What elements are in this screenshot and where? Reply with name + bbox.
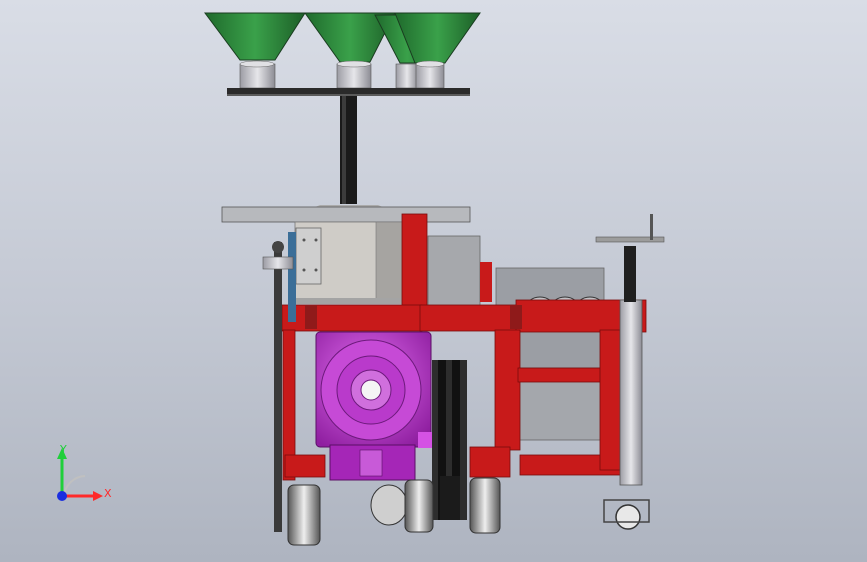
- wheels: [287, 477, 650, 546]
- hopper-neck-2: [336, 63, 372, 89]
- main-platform: [221, 206, 471, 223]
- hopper-neck-4: [415, 63, 445, 89]
- hopper-neck-3: [395, 63, 419, 89]
- coordinate-triad: X Y: [40, 440, 120, 510]
- hopper-neck-1: [239, 63, 276, 89]
- rotary-table[interactable]: [315, 331, 436, 481]
- hopper-plate-edge: [227, 94, 470, 96]
- hopper-group[interactable]: [204, 12, 481, 89]
- y-axis-label: Y: [60, 443, 67, 456]
- hopper-plate: [227, 88, 470, 94]
- robot-assembly-model[interactable]: [0, 0, 867, 562]
- hopper-1: [204, 12, 306, 61]
- side-panel: [295, 227, 322, 285]
- gear-stack: [432, 360, 467, 520]
- z-axis-dot: [57, 491, 67, 501]
- battery-box: [427, 235, 481, 307]
- x-axis-label: X: [104, 487, 112, 500]
- cad-viewport[interactable]: X Y: [0, 0, 867, 562]
- drive-belt: [288, 232, 296, 322]
